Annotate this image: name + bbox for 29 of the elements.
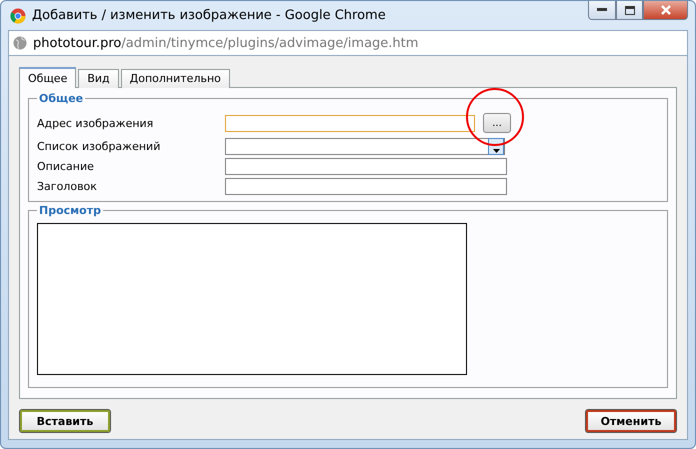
field-label: Адрес изображения xyxy=(37,116,154,130)
tab[interactable]: Вид xyxy=(78,69,119,88)
group-legend: Общее xyxy=(37,92,86,105)
url-text: phototour.pro/admin/tinymce/plugins/advimage/image.htm xyxy=(33,36,418,50)
field-label: Описание xyxy=(37,160,95,173)
maximize-icon xyxy=(624,6,634,14)
highlight-circle xyxy=(466,88,524,146)
browse-button[interactable]: ... xyxy=(483,113,511,133)
input-field[interactable] xyxy=(225,178,507,195)
cancel-button[interactable]: Отменить xyxy=(586,410,676,432)
window-title: Добавить / изменить изображение - Google Chrome xyxy=(32,8,387,23)
globe-icon xyxy=(13,36,27,50)
input-field[interactable] xyxy=(225,114,475,132)
field-label: Список изображений xyxy=(37,140,162,153)
tab[interactable]: Общее xyxy=(19,67,76,88)
dropdown[interactable] xyxy=(225,138,505,155)
input-field[interactable] xyxy=(225,158,507,175)
minimize-icon xyxy=(597,8,607,12)
group-legend: Просмотр xyxy=(37,204,103,217)
field-label: Заголовок xyxy=(37,180,98,193)
maximize-button[interactable] xyxy=(616,1,643,20)
insert-button[interactable]: Вставить xyxy=(20,410,110,432)
caret-icon xyxy=(488,138,504,155)
address-bar[interactable]: phototour.pro/admin/tinymce/plugins/advimage/image.htm xyxy=(8,30,688,56)
tab[interactable]: Дополнительно xyxy=(120,69,230,88)
minimize-button[interactable] xyxy=(588,1,616,20)
browser-logo-icon xyxy=(10,8,26,24)
close-button[interactable] xyxy=(643,1,688,20)
close-icon xyxy=(660,5,670,15)
